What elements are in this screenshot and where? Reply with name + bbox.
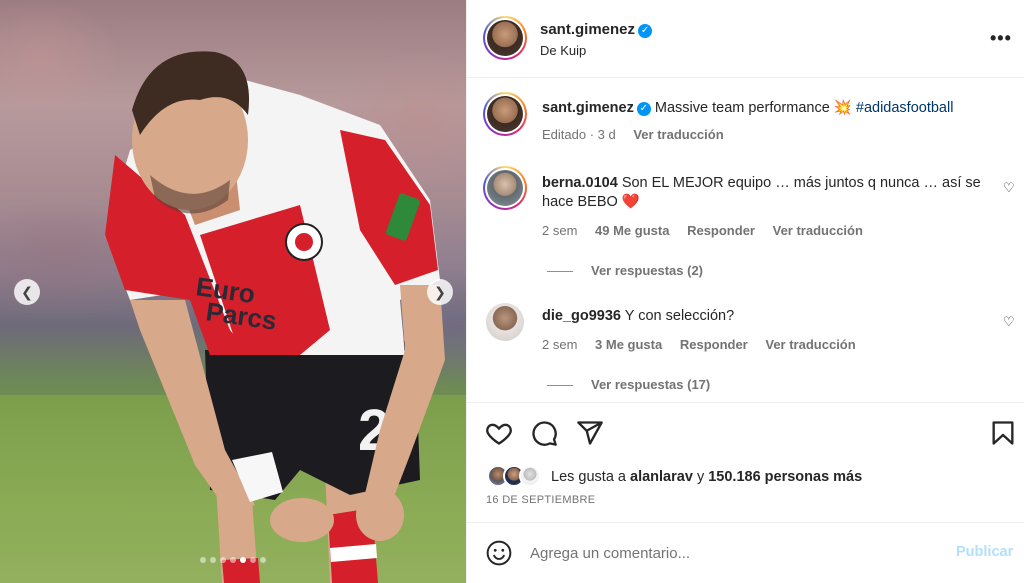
caption-hashtag[interactable]: #adidasfootball [856, 100, 954, 116]
comment-composer: Publicar [467, 522, 1024, 583]
post-date[interactable]: 16 DE SEPTIEMBRE [486, 494, 595, 506]
player-photo: 2 Euro Parcs [105, 51, 445, 583]
translate-link[interactable]: Ver traducción [765, 337, 855, 352]
carousel-dot [240, 557, 246, 563]
comment-input[interactable] [530, 541, 930, 565]
caption-text: sant.gimenez ✓ Massive team performance 💥… [542, 99, 982, 118]
caption-author[interactable]: sant.gimenez [542, 100, 634, 116]
commenter-avatar[interactable] [486, 303, 524, 341]
post-side-panel: sant.gimenez ✓ De Kuip ••• sant.gimenez ✓ … [466, 0, 1024, 583]
translate-link[interactable]: Ver traducción [773, 223, 863, 238]
comment-meta: 2 sem 3 Me gusta Responder Ver traducció… [542, 337, 870, 352]
post-header: sant.gimenez ✓ De Kuip ••• [467, 0, 1024, 78]
commenter-avatar[interactable] [483, 166, 527, 210]
liker-username[interactable]: alanlarav [630, 469, 693, 485]
publish-button[interactable]: Publicar [956, 544, 1013, 560]
next-slide-button[interactable]: ❯ [427, 279, 453, 305]
carousel-dot [250, 557, 256, 563]
author-username-text[interactable]: sant.gimenez [540, 21, 635, 38]
carousel-dot [200, 557, 206, 563]
more-options-icon[interactable]: ••• [990, 28, 1012, 49]
likes-connector: y [696, 469, 705, 485]
author-photo [487, 20, 523, 56]
comment-icon[interactable] [530, 419, 558, 447]
view-replies-label[interactable]: Ver respuestas (17) [591, 377, 710, 392]
verified-badge-icon: ✓ [636, 102, 651, 116]
caption-edited: Editado · 3 d [542, 127, 616, 142]
author-username[interactable]: sant.gimenez ✓ [540, 21, 653, 38]
carousel-dot [230, 557, 236, 563]
bookmark-icon[interactable] [989, 419, 1017, 447]
emoji-icon[interactable] [486, 540, 512, 566]
liked-by-avatars[interactable] [487, 465, 547, 487]
comment-body: Y con selección? [624, 308, 735, 324]
liker-avatar [519, 465, 541, 487]
heart-icon[interactable] [485, 419, 513, 447]
post-location[interactable]: De Kuip [540, 43, 586, 58]
comment-age: 2 sem [542, 337, 578, 352]
carousel-dot [260, 557, 266, 563]
author-avatar[interactable] [483, 16, 527, 60]
caption-author-avatar[interactable] [483, 92, 527, 136]
like-comment-heart-icon[interactable]: ♡ [1003, 314, 1015, 330]
view-replies-button[interactable]: Ver respuestas (2) [547, 263, 703, 278]
divider [547, 385, 573, 387]
caption-author-photo [487, 96, 523, 132]
likes-summary: Les gusta a alanlarav y 150.186 personas… [551, 469, 862, 485]
reply-button[interactable]: Responder [680, 337, 748, 352]
comment-likes[interactable]: 3 Me gusta [595, 337, 662, 352]
carousel-dot [210, 557, 216, 563]
caption-body: Massive team performance [654, 100, 830, 116]
reply-button[interactable]: Responder [687, 223, 755, 238]
view-replies-button[interactable]: Ver respuestas (17) [547, 377, 710, 392]
red-heart-emoji-icon: ❤️ [621, 194, 640, 210]
comment-meta: 2 sem 49 Me gusta Responder Ver traducci… [542, 223, 877, 238]
comment-age: 2 sem [542, 223, 578, 238]
caption-translate-link[interactable]: Ver traducción [633, 127, 723, 142]
post-media[interactable]: 2 Euro Parcs ❮ ❯ [0, 0, 466, 583]
likes-prefix: Les gusta a [551, 469, 626, 485]
likes-count[interactable]: 150.186 personas más [708, 469, 862, 485]
verified-badge-icon: ✓ [638, 24, 653, 38]
comment-text: berna.0104 Son EL MEJOR equipo … más jun… [542, 174, 982, 212]
comment-text: die_go9936 Y con selección? [542, 307, 982, 326]
caption-meta: Editado · 3 d Ver traducción [542, 127, 738, 142]
view-replies-label[interactable]: Ver respuestas (2) [591, 263, 703, 278]
comment-likes[interactable]: 49 Me gusta [595, 223, 669, 238]
carousel-indicator [0, 557, 466, 563]
share-icon[interactable] [576, 419, 604, 447]
collision-emoji-icon: 💥 [833, 100, 852, 116]
divider [547, 271, 573, 273]
chevron-left-icon: ❮ [21, 283, 33, 300]
like-comment-heart-icon[interactable]: ♡ [1003, 180, 1015, 196]
comment-author[interactable]: berna.0104 [542, 175, 618, 191]
comment-author[interactable]: die_go9936 [542, 308, 621, 324]
previous-slide-button[interactable]: ❮ [14, 279, 40, 305]
commenter-photo [487, 170, 523, 206]
carousel-dot [220, 557, 226, 563]
chevron-right-icon: ❯ [434, 283, 446, 300]
